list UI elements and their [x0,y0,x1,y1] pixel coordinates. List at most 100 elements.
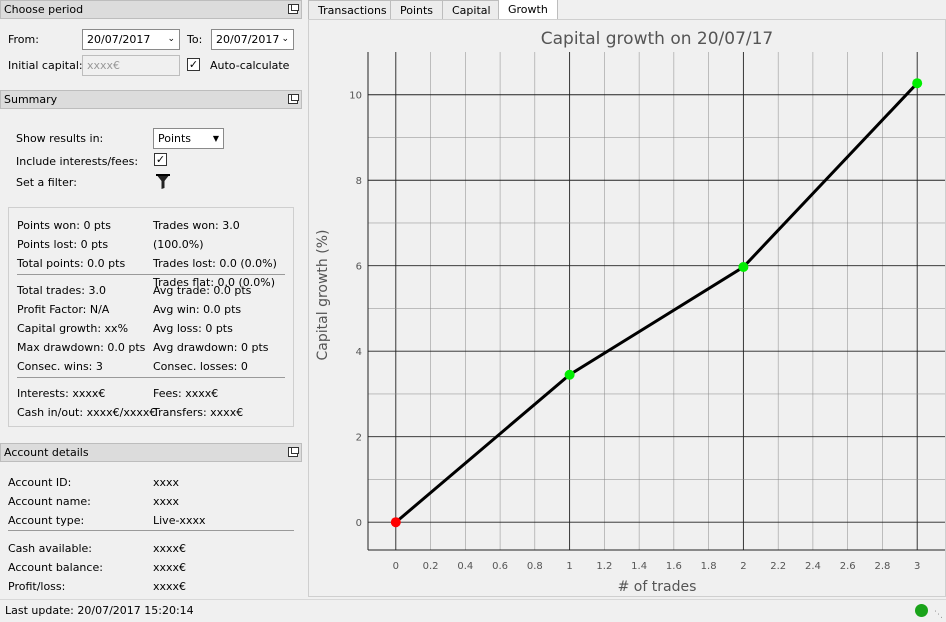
auto-calculate-checkbox[interactable]: ✓ [187,58,200,71]
cash-available-value: xxxx€ [153,542,187,555]
tab-capital[interactable]: Capital [442,0,499,19]
x-tick-label: 3 [914,561,920,572]
divider [17,274,285,275]
tab-growth[interactable]: Growth [498,0,558,20]
float-window-icon[interactable] [288,4,299,14]
x-tick-label: 2.4 [805,561,821,572]
tab-transactions[interactable]: Transactions [308,0,391,19]
plot-area [368,52,945,550]
account-name-value: xxxx [153,495,180,508]
status-bar: Last update: 20/07/2017 15:20:14 ⋱ [0,599,946,622]
stat-max-drawdown: Max drawdown: 0.0 pts [17,341,146,354]
stat-avg-drawdown: Avg drawdown: 0 pts [153,341,269,354]
chart-title: Capital growth on 20/07/17 [541,29,774,49]
stat-transfers: Transfers: xxxx€ [153,406,244,419]
tab-bar: Transactions Points Capital Growth [308,0,946,20]
show-results-combo[interactable]: Points ▼ [153,128,224,149]
account-id-label: Account ID: [8,476,72,489]
account-details-header: Account details [0,443,302,462]
profit-loss-value: xxxx€ [153,580,187,593]
y-tick-label: 4 [356,347,362,358]
x-tick-label: 0.4 [457,561,473,572]
chart-container: Capital growth on 20/07/17 0 0.2 0.4 0.6 0.8… [308,19,946,597]
filter-icon[interactable] [155,173,171,190]
y-axis-label: Capital growth (%) [315,230,331,361]
y-tick-label: 0 [356,518,362,529]
y-tick-label: 8 [356,176,362,187]
x-tick-label: 0 [393,561,399,572]
data-point [564,369,575,380]
growth-chart: Capital growth on 20/07/17 0 0.2 0.4 0.6 0.8… [315,29,945,595]
y-tick-label: 2 [356,433,362,444]
x-tick-label: 2.2 [770,561,786,572]
tab-points[interactable]: Points [390,0,443,19]
cash-stats-left: Interests: xxxx€ Cash in/out: xxxx€/xxxx… [17,384,156,422]
stat-fees: Fees: xxxx€ [153,387,219,400]
float-window-icon[interactable] [288,447,299,457]
initial-capital-input[interactable]: xxxx€ [82,55,180,76]
set-filter-label: Set a filter: [16,176,77,189]
to-label: To: [187,33,203,46]
stat-avg-trade: Avg trade: 0.0 pts [153,284,252,297]
show-results-label: Show results in: [16,132,104,145]
choose-period-header: Choose period [0,0,302,19]
points-stats: Points won: 0 pts Points lost: 0 pts Tot… [17,216,125,273]
y-tick-label: 6 [356,262,362,273]
trade-stats-left: Total trades: 3.0 Profit Factor: N/A Cap… [17,281,145,376]
divider [17,377,285,378]
include-interests-checkbox[interactable]: ✓ [154,153,167,166]
x-tick-label: 1.4 [631,561,647,572]
account-labels-1: Account ID: Account name: Account type: [8,473,91,530]
auto-calculate-label: Auto-calculate [210,59,290,72]
last-update-text: Last update: 20/07/2017 15:20:14 [5,604,194,617]
from-date-value: 20/07/2017 [87,33,151,46]
x-tick-label: 2 [740,561,746,572]
account-id-value: xxxx [153,476,180,489]
account-name-label: Account name: [8,495,91,508]
show-results-value: Points [158,132,192,145]
x-tick-labels: 0 0.2 0.4 0.6 0.8 1 1.2 1.4 1.6 1.8 2 2.2 2.4 2.6 2.8 3 [393,561,921,572]
account-values-1: xxxx xxxx Live-xxxx [153,473,205,530]
account-balance-value: xxxx€ [153,561,187,574]
y-tick-labels: 0 2 4 6 8 10 [349,91,362,529]
stat-avg-win: Avg win: 0.0 pts [153,303,242,316]
initial-capital-label: Initial capital: [8,59,83,72]
account-values-2: xxxx€ xxxx€ xxxx€ [153,539,186,596]
trade-stats-right: Avg trade: 0.0 pts Avg win: 0.0 pts Avg … [153,281,269,376]
stat-interests: Interests: xxxx€ [17,387,106,400]
resize-grip-icon[interactable]: ⋱ [934,610,943,620]
summary-header: Summary [0,90,302,109]
x-tick-label: 2.8 [874,561,890,572]
stat-points-lost: Points lost: 0 pts [17,238,109,251]
account-balance-label: Account balance: [8,561,103,574]
stat-total-points: Total points: 0.0 pts [17,257,126,270]
x-tick-label: 1.2 [596,561,612,572]
stats-box: Points won: 0 pts Points lost: 0 pts Tot… [8,207,294,427]
x-tick-label: 1 [566,561,572,572]
to-date-combo[interactable]: 20/07/2017 ⌄ [211,29,294,50]
profit-loss-label: Profit/loss: [8,580,66,593]
stat-avg-loss: Avg loss: 0 pts [153,322,233,335]
from-date-combo[interactable]: 20/07/2017 ⌄ [82,29,180,50]
choose-period-title: Choose period [4,3,84,16]
stat-cash-in-out: Cash in/out: xxxx€/xxxx€ [17,406,157,419]
float-window-icon[interactable] [288,94,299,104]
stat-total-trades: Total trades: 3.0 [17,284,106,297]
initial-capital-placeholder: xxxx€ [87,59,121,72]
stat-capital-growth: Capital growth: xx% [17,322,129,335]
stat-trades-lost: Trades lost: 0.0 (0.0%) [153,257,277,270]
from-label: From: [8,33,39,46]
y-tick-label: 10 [349,91,362,102]
chevron-down-icon: ⌄ [167,34,175,44]
stat-profit-factor: Profit Factor: N/A [17,303,110,316]
divider [8,530,294,531]
x-tick-label: 0.6 [492,561,508,572]
data-point [912,78,923,89]
stat-points-won: Points won: 0 pts [17,219,111,232]
cash-available-label: Cash available: [8,542,92,555]
stat-consec-wins: Consec. wins: 3 [17,360,103,373]
account-labels-2: Cash available: Account balance: Profit/… [8,539,103,596]
summary-title: Summary [4,93,58,106]
cash-stats-right: Fees: xxxx€ Transfers: xxxx€ [153,384,243,422]
data-point [738,262,749,273]
